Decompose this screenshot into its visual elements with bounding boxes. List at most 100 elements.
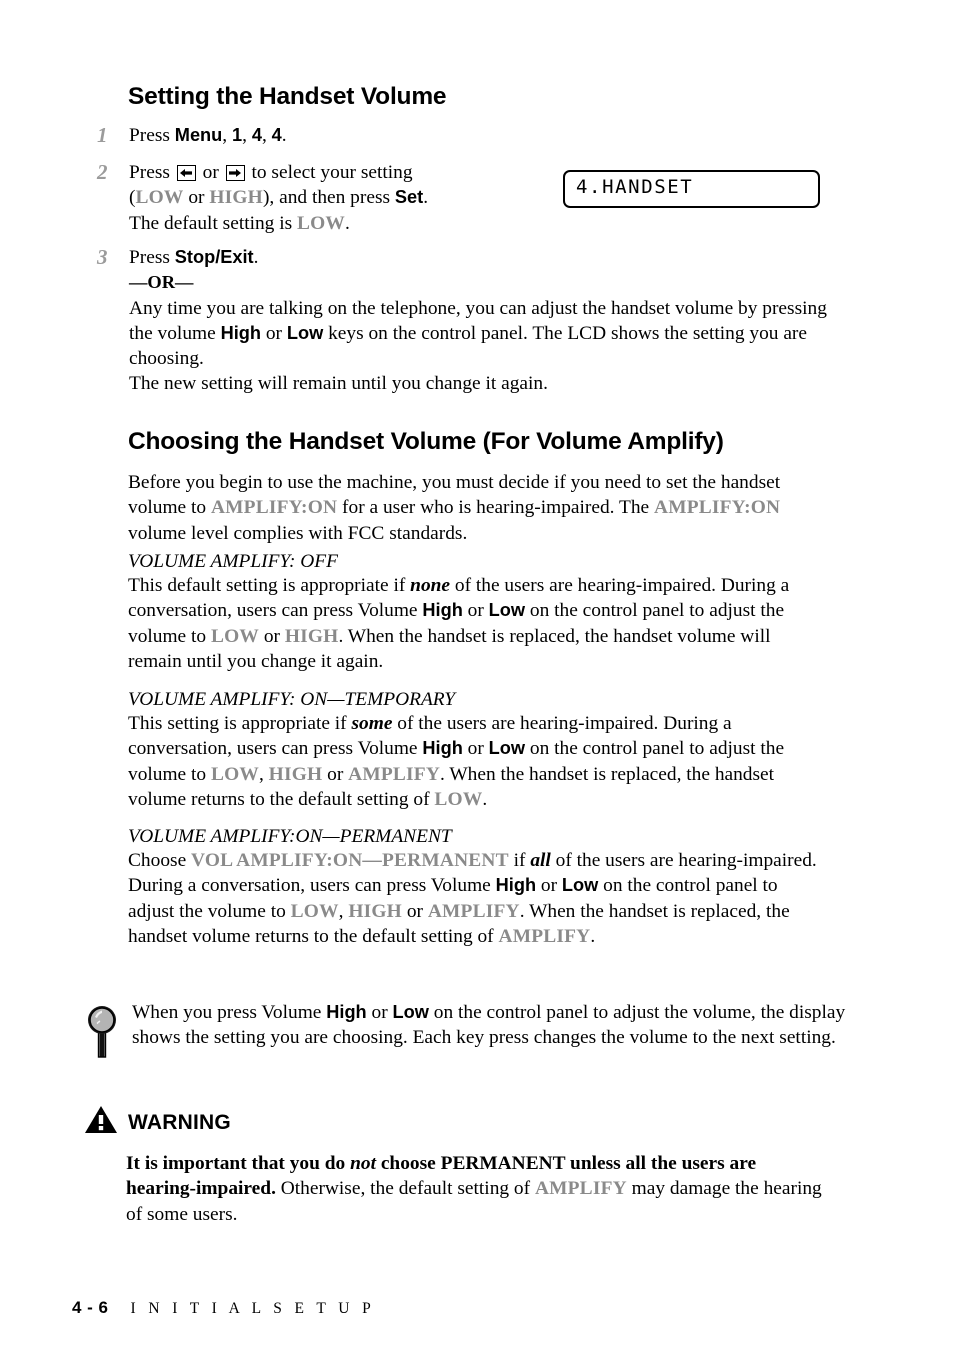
step-3: 3 Press Stop/Exit. —OR— Any time you are… bbox=[97, 245, 837, 397]
key-high-m1: High bbox=[422, 600, 463, 621]
step-3-number: 3 bbox=[97, 245, 108, 269]
lcd-value-low-m1: LOW bbox=[210, 625, 259, 647]
left-arrow-key-icon bbox=[176, 165, 196, 181]
lcd-value-amplify-warning: AMPLIFY bbox=[534, 1178, 627, 1200]
m3-f: , bbox=[338, 900, 349, 922]
mode-block-amplify-off: VOLUME AMPLIFY: OFF This default setting… bbox=[128, 551, 828, 674]
warning-triangle-icon bbox=[84, 1105, 118, 1140]
m3-b: if bbox=[508, 850, 531, 871]
m2-h: . bbox=[482, 788, 488, 810]
lcd-value-amplify-m2: AMPLIFY bbox=[348, 763, 441, 785]
step-2-then: ), and then press bbox=[262, 187, 395, 209]
right-arrow-key-icon bbox=[225, 165, 245, 181]
mode-block-amplify-on-permanent: VOLUME AMPLIFY:ON—PERMANENT Choose VOL A… bbox=[128, 826, 828, 949]
key-low-m2: Low bbox=[488, 738, 526, 759]
lcd-value-low-m3: LOW bbox=[290, 900, 339, 922]
key-low-note: Low bbox=[392, 1002, 429, 1022]
step-2: 2 Press or to select your setting (LOW o… bbox=[97, 160, 547, 236]
page-title-setting-handset-volume: Setting the Handset Volume bbox=[128, 83, 447, 110]
sep-1: , bbox=[222, 125, 232, 146]
key-stop-exit: Stop/Exit bbox=[174, 247, 254, 267]
m2-e: , bbox=[258, 763, 269, 785]
note-a: When you press Volume bbox=[132, 1002, 327, 1023]
step-1-press: Press bbox=[129, 125, 175, 146]
step-1: 1 Press Menu, 1, 4, 4. bbox=[97, 123, 527, 148]
m3-emphasis-all: all bbox=[530, 850, 551, 871]
lcd-value-low-m2: LOW bbox=[210, 763, 259, 785]
m3-i: . bbox=[590, 925, 596, 947]
step-3-para-d: The new setting will remain until you ch… bbox=[129, 373, 548, 395]
mode-2-subheading: VOLUME AMPLIFY: ON—TEMPORARY bbox=[128, 689, 456, 710]
m1-emphasis-none: none bbox=[410, 575, 451, 596]
lcd-value-high-m2: HIGH bbox=[268, 763, 323, 785]
or-divider: —OR— bbox=[129, 272, 194, 293]
m2-a: This setting is appropriate if bbox=[128, 713, 352, 734]
note-text: When you press Volume High or Low on the… bbox=[132, 1000, 846, 1065]
document-page: Setting the Handset Volume 1 Press Menu,… bbox=[0, 0, 954, 1352]
magnifier-icon bbox=[86, 1000, 132, 1065]
key-menu: Menu bbox=[174, 125, 223, 145]
mode-3-subheading: VOLUME AMPLIFY:ON—PERMANENT bbox=[128, 826, 452, 847]
mode-1-subheading: VOLUME AMPLIFY: OFF bbox=[128, 551, 339, 572]
warning-header: WARNING bbox=[84, 1105, 231, 1140]
key-high: High bbox=[220, 322, 261, 343]
lcd-display-panel: 4.HANDSET bbox=[563, 170, 820, 208]
lcd-value-amplify-on-2: AMPLIFY:ON bbox=[654, 497, 781, 519]
warning-label: WARNING bbox=[128, 1110, 231, 1134]
step-3-text: Press Stop/Exit. —OR— Any time you are t… bbox=[129, 245, 837, 397]
lcd-value-high-m3: HIGH bbox=[348, 900, 402, 922]
note-b: or bbox=[366, 1002, 393, 1023]
step-2-or: or bbox=[197, 162, 224, 183]
note-block: When you press Volume High or Low on the… bbox=[86, 1000, 846, 1065]
lcd-value-amplify-m3: AMPLIFY bbox=[427, 900, 520, 922]
lcd-value-high: HIGH bbox=[209, 187, 263, 209]
step-1-text: Press Menu, 1, 4, 4. bbox=[129, 123, 527, 148]
warn-a: It is important that you do bbox=[126, 1153, 351, 1174]
sep-3: , bbox=[261, 125, 272, 146]
step-2-press: Press bbox=[129, 162, 175, 183]
key-high-note: High bbox=[326, 1002, 367, 1022]
key-low-m1: Low bbox=[488, 600, 526, 621]
key-set: Set bbox=[394, 187, 424, 208]
step-3-para-b: or bbox=[260, 322, 287, 344]
lcd-value-high-m1: HIGH bbox=[284, 625, 339, 647]
key-4-b: 4 bbox=[271, 125, 282, 145]
step-2-dot: . bbox=[423, 187, 429, 209]
mode-1-paragraph: This default setting is appropriate if n… bbox=[128, 573, 828, 674]
mode-block-amplify-on-temporary: VOLUME AMPLIFY: ON—TEMPORARY This settin… bbox=[128, 689, 828, 812]
intro-paragraph: Before you begin to use the machine, you… bbox=[128, 470, 828, 546]
lcd-value-low-default-m2: LOW bbox=[434, 788, 483, 810]
sep-2: , bbox=[242, 125, 252, 146]
key-low: Low bbox=[286, 322, 324, 343]
m2-f: or bbox=[322, 763, 349, 785]
warn-emphasis-not: not bbox=[350, 1153, 376, 1174]
m2-c: or bbox=[462, 738, 489, 760]
mode-3-paragraph: Choose VOL AMPLIFY:ON—PERMANENT if all o… bbox=[128, 848, 828, 949]
sep-4: . bbox=[281, 125, 287, 146]
step-2-or2: or bbox=[183, 187, 210, 209]
mode-2-paragraph: This setting is appropriate if some of t… bbox=[128, 711, 828, 812]
m2-emphasis-some: some bbox=[351, 713, 393, 734]
step-3-dot: . bbox=[253, 247, 259, 268]
m1-c: or bbox=[462, 600, 489, 622]
m3-a: Choose bbox=[128, 850, 192, 871]
lcd-value-amplify-default-m3: AMPLIFY bbox=[498, 925, 591, 947]
m3-d: or bbox=[536, 875, 562, 897]
intro-c: volume level complies with FCC standards… bbox=[128, 522, 468, 544]
m1-a: This default setting is appropriate if bbox=[128, 575, 411, 596]
key-high-m2: High bbox=[422, 738, 463, 759]
lcd-display-text: 4.HANDSET bbox=[576, 176, 694, 198]
lcd-value-vol-amplify-on-permanent: VOL AMPLIFY:ON—PERMANENT bbox=[191, 850, 509, 871]
footer: 4 - 6 I N I T I A L S E T U P bbox=[72, 1298, 375, 1318]
step-2-select: to select your setting bbox=[246, 162, 413, 183]
lcd-value-low: LOW bbox=[135, 187, 184, 209]
intro-b: for a user who is hearing-impaired. The bbox=[337, 497, 654, 519]
lcd-value-low-default: LOW bbox=[297, 212, 346, 234]
lcd-value-amplify-on-1: AMPLIFY:ON bbox=[210, 497, 338, 519]
footer-section-name: I N I T I A L S E T U P bbox=[130, 1300, 376, 1317]
warning-body: It is important that you do not choose P… bbox=[126, 1151, 826, 1227]
warn-c: Otherwise, the default setting of bbox=[275, 1178, 535, 1200]
m3-g: or bbox=[401, 900, 428, 922]
step-1-number: 1 bbox=[97, 123, 108, 147]
key-low-m3: Low bbox=[561, 875, 599, 896]
